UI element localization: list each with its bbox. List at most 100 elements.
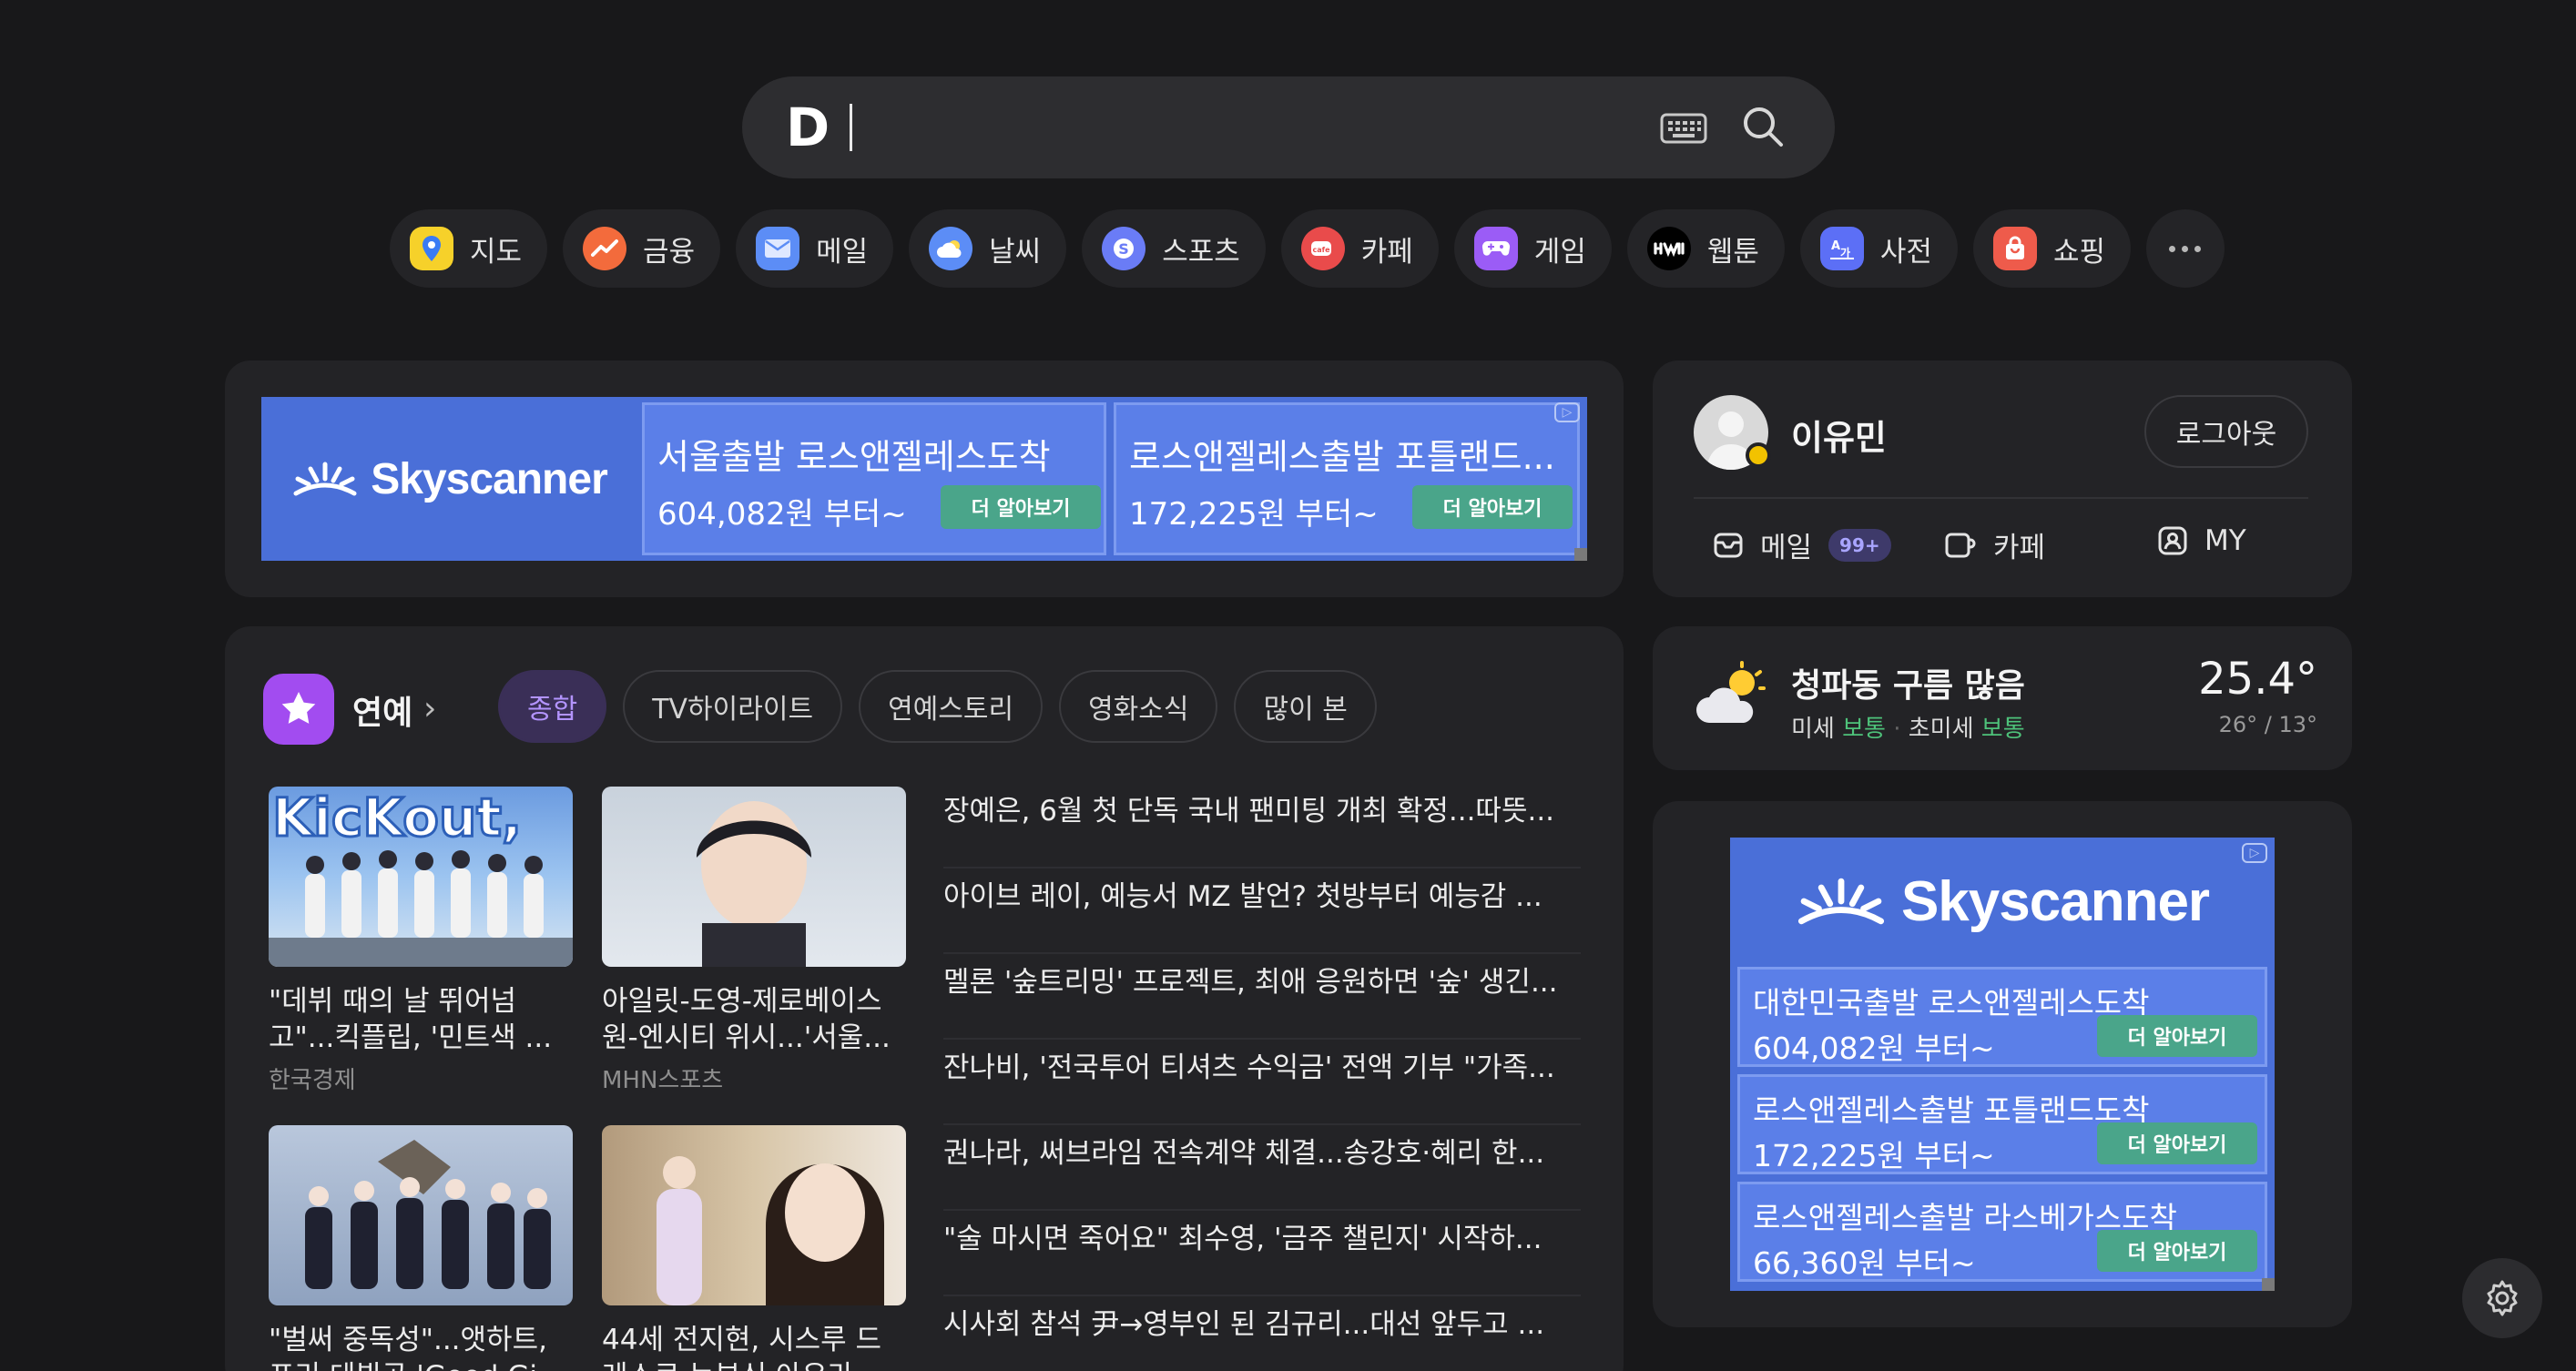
weather-cloud-icon [929,227,973,270]
shortcut-game[interactable]: 게임 [1453,209,1612,288]
news-caption[interactable]: "벌써 중독성"...앳하트, 포리 데뷔곡 'Good Gi... [269,1322,573,1371]
tab-overall[interactable]: 종합 [498,670,607,743]
star-icon [263,674,334,745]
shortcut-map[interactable]: 지도 [390,209,548,288]
shortcut-label: 사전 [1879,235,1932,269]
headline-item[interactable]: 장예은, 6월 첫 단독 국내 팬미팅 개최 확정...따뜻... [943,783,1581,868]
search-icon[interactable] [1742,106,1784,147]
more-dots-icon [2169,245,2202,252]
fine-dust-value: 보통 [1842,716,1886,743]
news-caption[interactable]: 44세 전지현, 시스루 드레스로 눈부신 아우라 [602,1322,906,1371]
webtoon-icon [1646,227,1691,270]
more-shortcuts-button[interactable] [2145,209,2225,288]
entertainment-tabs: 종합 TV하이라이트 연예스토리 영화소식 많이 본 [498,670,1377,743]
ad-card-price: 172,225원 부터~ [1753,1138,1995,1173]
shortcut-webtoon[interactable]: 웹툰 [1626,209,1785,288]
shortcut-bar: 지도 금융 메일 날씨 S 스포츠 cafe 카페 게임 웹툰 A 가 사전 쇼… [390,209,2225,288]
svg-text:A: A [1831,239,1840,253]
sunrise-icon [293,462,357,496]
ad-card[interactable]: 서울출발 로스앤젤레스도착 604,082원 부터~ 더 알아보기 [642,402,1106,555]
search-caret [850,104,852,151]
fine-dust-label: 미세 [1791,716,1835,743]
brand-name: Skyscanner [1900,869,2210,933]
news-source: MHN스포츠 [602,1067,724,1094]
tab-most-viewed[interactable]: 많이 본 [1234,670,1377,743]
learn-more-button[interactable]: 더 알아보기 [1412,485,1573,529]
headline-item[interactable]: "술 마시면 죽어요" 최수영, '금주 챌린지' 시작하... [943,1211,1581,1296]
ad-card[interactable]: 대한민국출발 로스앤젤레스도착 604,082원 부터~ 더 알아보기 [1737,967,2267,1067]
ultra-dust-value: 보통 [1980,716,2025,743]
ad-close-icon[interactable] [1574,548,1587,561]
gear-icon [2487,1280,2518,1316]
news-thumbnail[interactable] [269,1125,573,1305]
headline-item[interactable]: 아이브 레이, 예능서 MZ 발언? 첫방부터 예능감 ... [943,868,1581,954]
ad-close-icon[interactable] [2262,1278,2275,1291]
headline-item[interactable]: 멜론 '숲트리밍' 프로젝트, 최애 응원하면 '숲' 생긴... [943,954,1581,1040]
news-thumbnail[interactable] [602,1125,906,1305]
tab-tv-highlight[interactable]: TV하이라이트 [623,670,843,743]
shortcut-label: 날씨 [989,235,1042,269]
ad-card-price: 172,225원 부터~ [1129,496,1379,533]
skyscanner-ad-side[interactable]: Skyscanner 대한민국출발 로스앤젤레스도착 604,082원 부터~ … [1730,838,2275,1291]
ad-card[interactable]: 로스앤젤레스출발 라스베가스도착 66,360원 부터~ 더 알아보기 [1737,1182,2267,1282]
news-caption[interactable]: "데뷔 때의 날 뛰어넘고"...킥플립, '민트색 ... [269,983,573,1056]
news-source: 한국경제 [269,1067,356,1094]
learn-more-button[interactable]: 더 알아보기 [2097,1122,2257,1164]
svg-text:가: 가 [1840,246,1850,259]
shortcut-shopping[interactable]: 쇼핑 [1972,209,2131,288]
ad-card-title: 로스앤젤레스출발 포틀랜드... [1129,437,1555,477]
ad-card-title: 서울출발 로스앤젤레스도착 [657,437,1051,477]
weather-panel[interactable]: 청파동 구름 많음 미세 보통 · 초미세 보통 25.4° 26° / 13° [1653,626,2352,770]
finance-trend-icon [583,227,627,270]
headline-item[interactable]: 잔나비, '전국투어 티셔츠 수익금' 전액 기부 "가족... [943,1040,1581,1125]
ad-card[interactable]: 로스앤젤레스출발 포틀랜드... 172,225원 부터~ 더 알아보기 [1114,402,1580,555]
learn-more-button[interactable]: 더 알아보기 [941,485,1101,529]
tab-ent-story[interactable]: 연예스토리 [859,670,1044,743]
ad-card-price: 604,082원 부터~ [1753,1031,1995,1066]
chevron-right-icon[interactable]: › [423,690,436,727]
ad-card-title: 대한민국출발 로스앤젤레스도착 [1753,985,2150,1021]
headline-item[interactable]: 시사회 참석 尹→영부인 된 김규리...대선 앞두고 ... [943,1296,1581,1371]
search-bar[interactable]: D [742,76,1835,178]
profile-mail-link[interactable]: 메일 99+ [1713,524,1891,565]
shortcut-label: 금융 [643,235,696,269]
ad-card[interactable]: 로스앤젤레스출발 포틀랜드도착 172,225원 부터~ 더 알아보기 [1737,1074,2267,1174]
headline-item[interactable]: 권나라, 써브라임 전속계약 체결...송강호·혜리 한... [943,1125,1581,1211]
profile-cafe-link[interactable]: 카페 [1944,524,2045,565]
news-thumbnail[interactable]: KicKout, [269,787,573,967]
shortcut-dictionary[interactable]: A가 사전 [1799,209,1958,288]
profile-my-link[interactable]: MY [2157,524,2246,557]
shortcut-sports[interactable]: S 스포츠 [1082,209,1266,288]
section-title[interactable]: 연예 [352,686,412,734]
dictionary-icon: A가 [1819,227,1864,270]
adchoices-icon[interactable]: ▷ [2242,843,2267,863]
cafe-label: 카페 [1993,532,2046,564]
shortcut-cafe[interactable]: cafe 카페 [1280,209,1439,288]
shopping-bag-icon [1992,227,2037,270]
tab-movie-news[interactable]: 영화소식 [1059,670,1218,743]
logout-button[interactable]: 로그아웃 [2144,395,2308,468]
news-thumbnail[interactable] [602,787,906,967]
map-pin-icon [410,227,453,270]
learn-more-button[interactable]: 더 알아보기 [2097,1230,2257,1272]
shortcut-mail[interactable]: 메일 [736,209,894,288]
keyboard-icon[interactable] [1660,113,1707,144]
settings-button[interactable] [2462,1258,2542,1338]
mail-icon [1714,533,1743,557]
brand-name: Skyscanner [371,454,608,503]
my-label: MY [2204,524,2246,557]
headline-list: 장예은, 6월 첫 단독 국내 팬미팅 개최 확정...따뜻... 아이브 레이… [943,783,1581,1371]
shortcut-weather[interactable]: 날씨 [909,209,1067,288]
shortcut-label: 게임 [1533,235,1586,269]
learn-more-button[interactable]: 더 알아보기 [2097,1015,2257,1057]
news-caption[interactable]: 아일릿-도영-제로베이스원-엔시티 위시...'서울... [602,983,906,1056]
adchoices-icon[interactable]: ▷ [1554,402,1580,422]
cafe-icon: cafe [1300,227,1345,270]
shortcut-finance[interactable]: 금융 [563,209,721,288]
user-name[interactable]: 이유민 [1791,410,1887,460]
daum-logo[interactable]: D [786,96,840,158]
cafe-cup-icon [1945,533,1976,557]
skyscanner-ad-banner[interactable]: Skyscanner 서울출발 로스앤젤레스도착 604,082원 부터~ 더 … [261,397,1587,561]
my-profile-icon [2158,526,2187,555]
ad-card-price: 604,082원 부터~ [657,496,907,533]
